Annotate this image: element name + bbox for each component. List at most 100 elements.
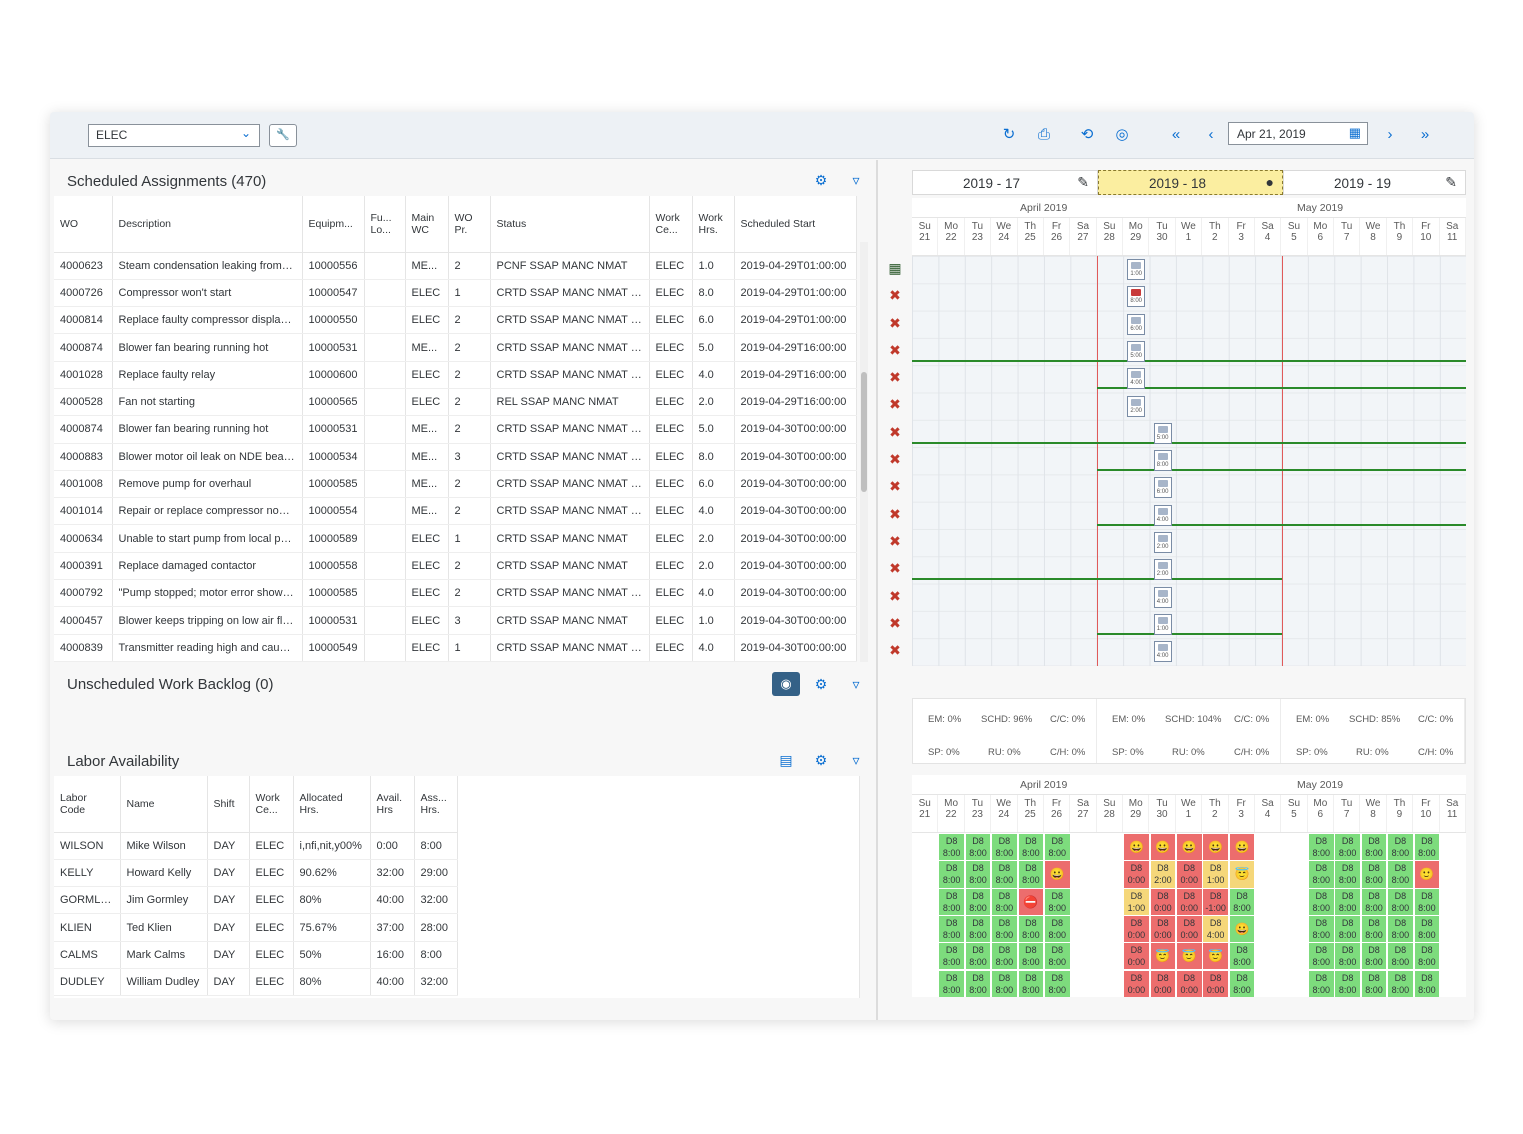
availability-cell[interactable]: D8 8:00 xyxy=(1335,915,1360,943)
availability-cell[interactable]: 😀 xyxy=(1150,834,1176,861)
column-header[interactable]: Work Hrs. xyxy=(692,196,735,253)
availability-cell[interactable]: D8 8:00 xyxy=(1414,943,1440,970)
availability-cell[interactable]: D8 0:00 xyxy=(1124,915,1149,943)
warning-status-icon[interactable]: ✖ xyxy=(886,583,904,610)
availability-cell[interactable]: D8 1:00 xyxy=(1124,888,1149,915)
scrollbar[interactable] xyxy=(860,242,868,662)
week-17-header[interactable]: 2019 - 17 ✎ xyxy=(912,170,1098,195)
table-row[interactable]: 4001008 Remove pump for overhaul 10000585 M… xyxy=(54,470,857,499)
date-input[interactable]: Apr 21, 2019 ▦ xyxy=(1228,122,1368,145)
availability-cell[interactable]: D8 8:00 xyxy=(1045,970,1070,997)
assignment-bar[interactable]: 6:00 xyxy=(1127,313,1146,335)
availability-cell[interactable]: D8 8:00 xyxy=(965,888,991,915)
availability-cell[interactable]: D8 8:00 xyxy=(1361,915,1387,943)
availability-cell[interactable]: D8 8:00 xyxy=(1018,915,1044,943)
availability-cell[interactable]: D8 0:00 xyxy=(1177,888,1202,915)
availability-cell[interactable]: D8 8:00 xyxy=(1309,861,1334,888)
column-header[interactable]: Work Ce... xyxy=(649,196,693,253)
calendar-edit-icon[interactable]: ✎ xyxy=(1445,174,1457,191)
clipboard-icon[interactable]: ▤ xyxy=(776,752,796,769)
availability-cell[interactable]: D8 2:00 xyxy=(1150,861,1176,888)
table-row[interactable]: 4000874 Blower fan bearing running hot 100… xyxy=(54,415,857,444)
availability-cell[interactable]: D8 8:00 xyxy=(1335,943,1360,970)
filter-clear-icon[interactable]: ▿ xyxy=(846,676,866,693)
availability-cell[interactable]: D8 8:00 xyxy=(1309,888,1334,915)
availability-cell[interactable]: D8 8:00 xyxy=(1018,861,1044,888)
availability-cell[interactable]: D8 8:00 xyxy=(1414,888,1440,915)
availability-cell[interactable]: D8 8:00 xyxy=(1335,888,1360,915)
warning-status-icon[interactable]: ✖ xyxy=(886,337,904,364)
assignment-bar[interactable]: 8:00 xyxy=(1127,286,1146,308)
column-header[interactable]: WO xyxy=(54,196,113,253)
column-header[interactable]: Shift xyxy=(207,776,250,833)
availability-cell[interactable]: D8 -1:00 xyxy=(1203,888,1228,915)
assignment-bar[interactable]: 8:00 xyxy=(1153,450,1172,472)
availability-cell[interactable]: D8 0:00 xyxy=(1124,943,1149,970)
traffic-light-icon[interactable]: ● xyxy=(1266,174,1274,190)
warning-status-icon[interactable]: ✖ xyxy=(886,364,904,391)
availability-cell[interactable]: 😇 xyxy=(1203,943,1228,970)
availability-cell[interactable]: D8 8:00 xyxy=(1361,888,1387,915)
availability-cell[interactable]: D8 8:00 xyxy=(965,861,991,888)
splitter[interactable] xyxy=(876,160,878,1020)
table-row[interactable]: 4000814 Replace faulty compressor display… xyxy=(54,306,857,335)
settings-icon[interactable]: ⚙ xyxy=(811,752,831,769)
table-row[interactable]: WILSON Mike Wilson DAY ELEC i,nfi,nit,y00% 0:… xyxy=(54,832,458,860)
availability-cell[interactable]: D8 8:00 xyxy=(1045,834,1070,861)
availability-cell[interactable]: D8 0:00 xyxy=(1150,970,1176,997)
column-header[interactable]: Equipm... xyxy=(302,196,365,253)
assignment-bar[interactable]: 4:00 xyxy=(1127,368,1146,390)
table-row[interactable]: 4000457 Blower keeps tripping on low air … xyxy=(54,606,857,635)
availability-cell[interactable]: D8 8:00 xyxy=(1018,834,1044,861)
availability-cell[interactable]: D8 8:00 xyxy=(1229,943,1255,970)
availability-cell[interactable]: D8 8:00 xyxy=(992,888,1017,915)
table-row[interactable]: 4001014 Repair or replace compressor non … xyxy=(54,497,857,526)
table-row[interactable]: KLIEN Ted Klien DAY ELEC 75.67% 37:00 28:00 xyxy=(54,913,458,942)
assignment-bar[interactable]: 5:00 xyxy=(1127,340,1146,362)
table-row[interactable]: GORMLEY Jim Gormley DAY ELEC 80% 40:00 32:00 xyxy=(54,886,458,915)
availability-cell[interactable]: D8 0:00 xyxy=(1124,970,1149,997)
availability-cell[interactable]: D8 8:00 xyxy=(1045,915,1070,943)
undo-icon[interactable]: ⟲ xyxy=(1076,124,1098,146)
prev-icon[interactable]: ‹ xyxy=(1200,124,1222,146)
assignment-bar[interactable]: 1:00 xyxy=(1153,613,1172,635)
availability-cell[interactable]: 😀 xyxy=(1229,915,1255,943)
warning-status-icon[interactable]: ✖ xyxy=(886,501,904,528)
availability-cell[interactable]: D8 8:00 xyxy=(992,834,1017,861)
week-18-header[interactable]: 2019 - 18 ● xyxy=(1098,170,1283,195)
availability-cell[interactable]: D8 0:00 xyxy=(1203,970,1228,997)
assignment-bar[interactable]: 1:00 xyxy=(1127,259,1146,280)
table-row[interactable]: 4000528 Fan not starting 10000565 ELEC 2 REL … xyxy=(54,388,857,417)
table-row[interactable]: 4000634 Unable to start pump from local p… xyxy=(54,524,857,553)
column-header[interactable]: Name xyxy=(120,776,208,833)
target-icon[interactable]: ◎ xyxy=(1111,124,1133,146)
availability-cell[interactable]: D8 8:00 xyxy=(1388,834,1413,861)
eye-button[interactable]: ◉ xyxy=(772,672,800,696)
refresh-icon[interactable]: ↻ xyxy=(998,124,1020,146)
table-row[interactable]: 4000883 Blower motor oil leak on NDE bear… xyxy=(54,443,857,471)
availability-cell[interactable]: D8 8:00 xyxy=(992,861,1017,888)
availability-cell[interactable]: 😇 xyxy=(1229,861,1255,888)
availability-cell[interactable]: D8 8:00 xyxy=(1309,970,1334,997)
warning-status-icon[interactable]: ✖ xyxy=(886,419,904,446)
availability-cell[interactable]: D8 8:00 xyxy=(939,915,964,943)
table-row[interactable]: 4000391 Replace damaged contactor 10000558… xyxy=(54,552,857,581)
availability-cell[interactable]: D8 8:00 xyxy=(965,915,991,943)
availability-cell[interactable]: D8 8:00 xyxy=(965,834,991,861)
availability-cell[interactable]: ⛔ xyxy=(1018,888,1044,915)
table-row[interactable]: 4000839 Transmitter reading high and caus… xyxy=(54,634,857,662)
assignment-bar[interactable]: 4:00 xyxy=(1153,641,1172,663)
availability-cell[interactable]: D8 0:00 xyxy=(1177,970,1202,997)
scroll-thumb[interactable] xyxy=(861,372,867,492)
column-header[interactable]: Labor Code xyxy=(54,776,121,833)
warning-status-icon[interactable]: ✖ xyxy=(886,610,904,637)
warning-status-icon[interactable]: ✖ xyxy=(886,555,904,582)
first-page-icon[interactable]: « xyxy=(1165,124,1187,146)
availability-cell[interactable]: D8 8:00 xyxy=(992,943,1017,970)
column-header[interactable]: Scheduled Start xyxy=(734,196,857,253)
availability-cell[interactable]: D8 8:00 xyxy=(965,943,991,970)
availability-cell[interactable]: D8 8:00 xyxy=(1361,970,1387,997)
warning-status-icon[interactable]: ✖ xyxy=(886,528,904,555)
availability-cell[interactable]: D8 8:00 xyxy=(1414,915,1440,943)
availability-cell[interactable]: D8 8:00 xyxy=(1388,943,1413,970)
